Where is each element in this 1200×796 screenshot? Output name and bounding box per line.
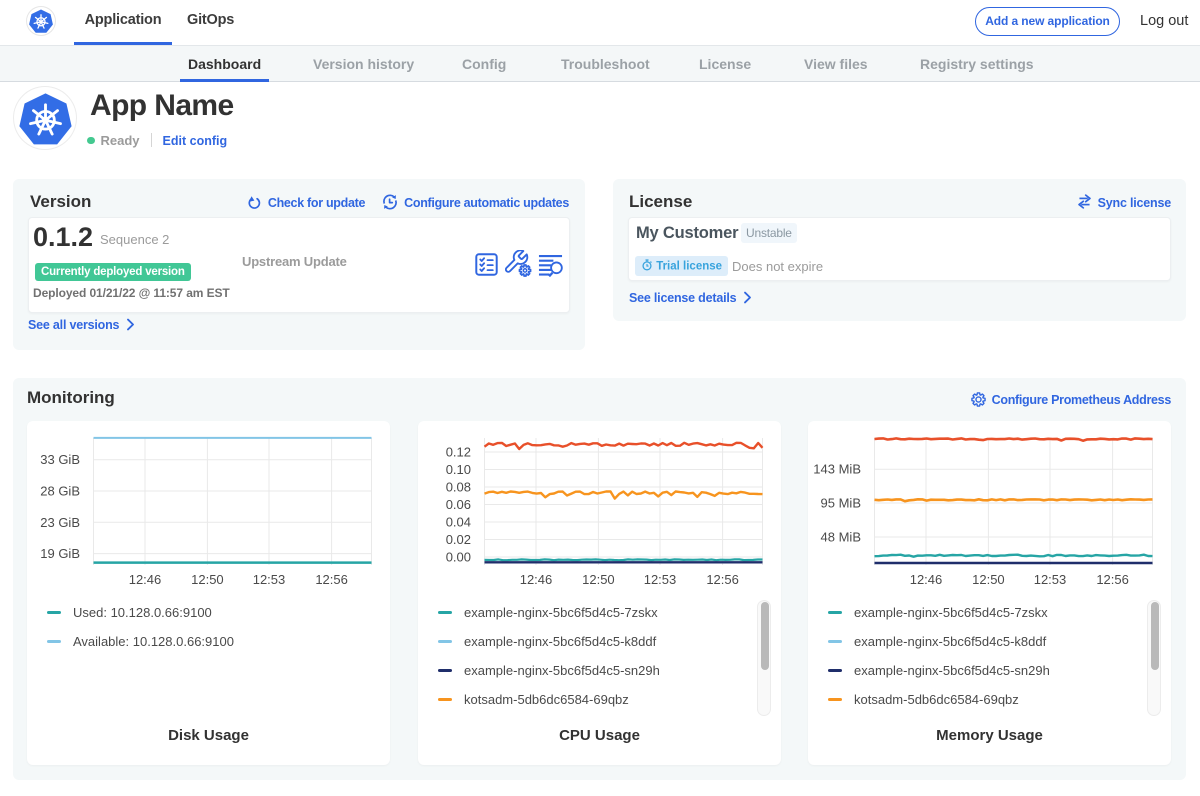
svg-text:0.00: 0.00 [446, 550, 471, 565]
svg-text:28 GiB: 28 GiB [40, 484, 80, 499]
svg-text:12:56: 12:56 [706, 572, 739, 587]
svg-text:33 GiB: 33 GiB [40, 452, 80, 467]
svg-text:0.06: 0.06 [446, 497, 471, 512]
svg-text:95 MiB: 95 MiB [821, 496, 861, 511]
svg-text:12:53: 12:53 [1034, 572, 1067, 587]
svg-text:12:53: 12:53 [253, 572, 286, 587]
svg-text:12:56: 12:56 [315, 572, 348, 587]
svg-text:143 MiB: 143 MiB [813, 462, 861, 477]
svg-text:19 GiB: 19 GiB [40, 546, 80, 561]
svg-text:0.02: 0.02 [446, 532, 471, 547]
svg-text:0.04: 0.04 [446, 515, 471, 530]
svg-text:0.10: 0.10 [446, 462, 471, 477]
svg-text:23 GiB: 23 GiB [40, 515, 80, 530]
svg-text:12:46: 12:46 [910, 572, 943, 587]
svg-text:12:46: 12:46 [520, 572, 553, 587]
svg-text:12:50: 12:50 [191, 572, 224, 587]
svg-text:48 MiB: 48 MiB [821, 530, 861, 545]
svg-text:12:53: 12:53 [644, 572, 677, 587]
svg-text:12:50: 12:50 [582, 572, 615, 587]
svg-text:0.08: 0.08 [446, 480, 471, 495]
svg-text:12:50: 12:50 [972, 572, 1005, 587]
svg-text:0.12: 0.12 [446, 445, 471, 460]
svg-text:12:56: 12:56 [1096, 572, 1129, 587]
svg-text:12:46: 12:46 [129, 572, 162, 587]
